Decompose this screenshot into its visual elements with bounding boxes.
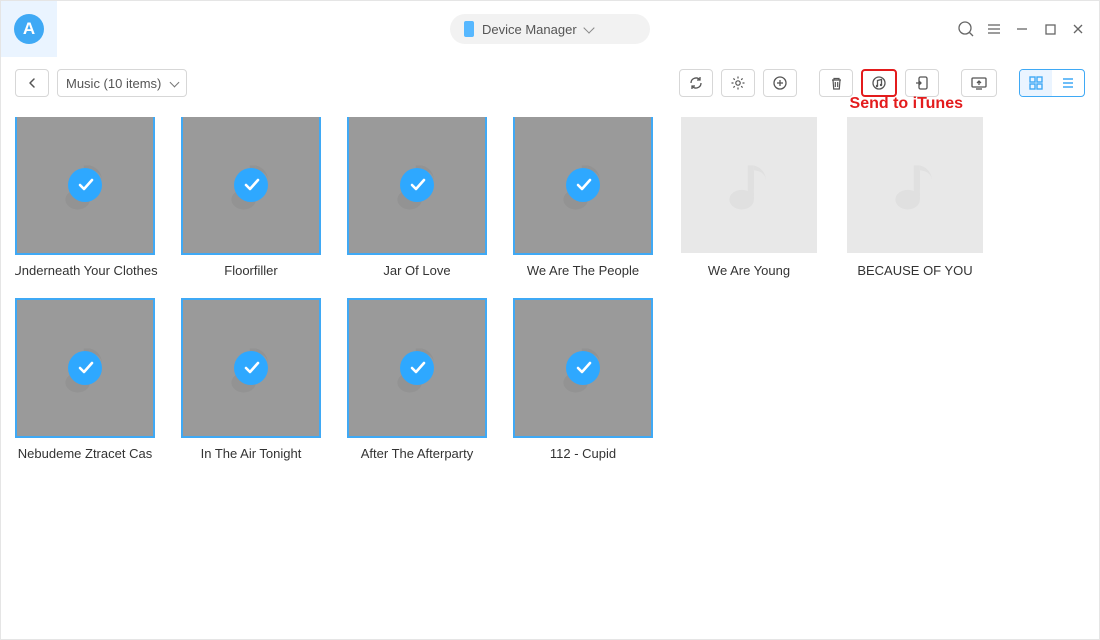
chevron-down-icon xyxy=(170,77,180,87)
titlebar: A Device Manager xyxy=(1,1,1099,57)
send-to-itunes-button[interactable] xyxy=(861,69,897,97)
phone-icon xyxy=(464,21,474,37)
device-label: Device Manager xyxy=(482,22,577,37)
toolbar: Music (10 items) Send to iTunes xyxy=(15,63,1085,103)
music-item[interactable]: 112 - Cupid xyxy=(513,300,653,461)
music-thumbnail[interactable] xyxy=(183,300,319,436)
music-title: We Are The People xyxy=(508,263,658,278)
refresh-button[interactable] xyxy=(679,69,713,97)
settings-button[interactable] xyxy=(721,69,755,97)
music-item[interactable]: Underneath Your Clothes xyxy=(15,117,155,278)
music-item[interactable]: Floorfiller xyxy=(181,117,321,278)
selected-check-icon xyxy=(566,351,600,385)
selected-check-icon xyxy=(68,351,102,385)
content-area: Underneath Your ClothesFloorfillerJar Of… xyxy=(15,117,1085,629)
grid-view-button[interactable] xyxy=(1020,70,1052,96)
music-title: BECAUSE OF YOU xyxy=(840,263,990,278)
to-computer-button[interactable] xyxy=(961,69,997,97)
music-title: 112 - Cupid xyxy=(508,446,658,461)
selected-check-icon xyxy=(234,351,268,385)
close-button[interactable] xyxy=(1067,18,1089,40)
music-thumbnail[interactable] xyxy=(183,117,319,253)
music-item[interactable]: Jar Of Love xyxy=(347,117,487,278)
view-toggle xyxy=(1019,69,1085,97)
selected-check-icon xyxy=(400,351,434,385)
app-logo-letter: A xyxy=(14,14,44,44)
music-title: Floorfiller xyxy=(176,263,326,278)
music-title: After The Afterparty xyxy=(342,446,492,461)
chevron-down-icon xyxy=(583,22,594,33)
selected-check-icon xyxy=(68,168,102,202)
music-title: In The Air Tonight xyxy=(176,446,326,461)
menu-icon[interactable] xyxy=(983,18,1005,40)
music-item[interactable]: BECAUSE OF YOU xyxy=(845,117,985,278)
music-title: Underneath Your Clothes xyxy=(15,263,160,278)
music-note-icon xyxy=(888,158,942,212)
list-view-button[interactable] xyxy=(1052,70,1084,96)
device-manager-dropdown[interactable]: Device Manager xyxy=(450,14,650,44)
music-thumbnail[interactable] xyxy=(847,117,983,253)
music-title: Nebudeme Ztracet Cas xyxy=(15,446,160,461)
music-note-icon xyxy=(722,158,776,212)
back-button[interactable] xyxy=(15,69,49,97)
selected-check-icon xyxy=(566,168,600,202)
to-device-button[interactable] xyxy=(905,69,939,97)
music-thumbnail[interactable] xyxy=(681,117,817,253)
delete-button[interactable] xyxy=(819,69,853,97)
music-item[interactable]: Nebudeme Ztracet Cas xyxy=(15,300,155,461)
search-icon[interactable] xyxy=(955,18,977,40)
send-to-itunes-callout: Send to iTunes xyxy=(850,95,963,113)
music-thumbnail[interactable] xyxy=(515,300,651,436)
breadcrumb-label: Music (10 items) xyxy=(66,76,161,91)
music-thumbnail[interactable] xyxy=(17,300,153,436)
music-thumbnail[interactable] xyxy=(515,117,651,253)
music-item[interactable]: After The Afterparty xyxy=(347,300,487,461)
music-title: We Are Young xyxy=(674,263,824,278)
maximize-button[interactable] xyxy=(1039,18,1061,40)
selected-check-icon xyxy=(234,168,268,202)
add-button[interactable] xyxy=(763,69,797,97)
window-controls xyxy=(955,1,1089,57)
minimize-button[interactable] xyxy=(1011,18,1033,40)
music-thumbnail[interactable] xyxy=(349,300,485,436)
breadcrumb-dropdown[interactable]: Music (10 items) xyxy=(57,69,187,97)
music-item[interactable]: In The Air Tonight xyxy=(181,300,321,461)
app-logo: A xyxy=(1,1,57,57)
selected-check-icon xyxy=(400,168,434,202)
music-thumbnail[interactable] xyxy=(17,117,153,253)
music-thumbnail[interactable] xyxy=(349,117,485,253)
music-title: Jar Of Love xyxy=(342,263,492,278)
music-item[interactable]: We Are Young xyxy=(679,117,819,278)
music-item[interactable]: We Are The People xyxy=(513,117,653,278)
music-grid: Underneath Your ClothesFloorfillerJar Of… xyxy=(15,117,1085,483)
